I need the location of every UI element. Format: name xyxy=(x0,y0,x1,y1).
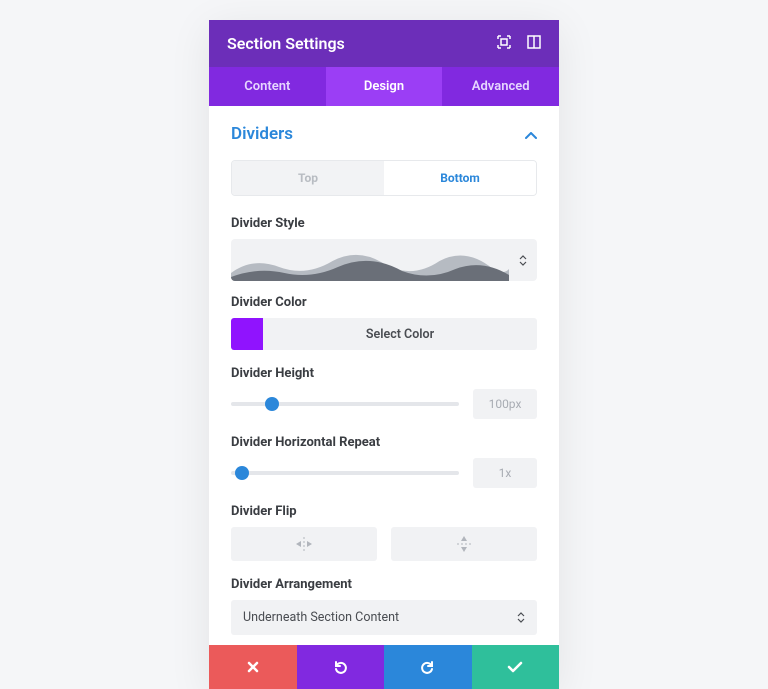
undo-button[interactable] xyxy=(297,645,385,689)
select-color-button[interactable]: Select Color xyxy=(263,318,537,350)
height-row: 100px xyxy=(231,389,537,419)
tab-content[interactable]: Content xyxy=(209,67,326,106)
confirm-button[interactable] xyxy=(472,645,560,689)
repeat-value[interactable]: 1x xyxy=(473,458,537,488)
label-divider-arrangement: Divider Arrangement xyxy=(231,577,537,592)
layout-icon[interactable] xyxy=(527,34,541,53)
position-toggle: Top Bottom xyxy=(231,160,537,196)
repeat-slider-thumb[interactable] xyxy=(235,466,249,480)
dropdown-caret-icon xyxy=(517,612,525,623)
repeat-slider[interactable] xyxy=(231,471,459,475)
panel-content: Dividers Top Bottom Divider Style Divide… xyxy=(209,106,559,645)
color-row: Select Color xyxy=(231,318,537,350)
undo-icon xyxy=(332,659,348,675)
label-divider-style: Divider Style xyxy=(231,216,537,231)
flip-row xyxy=(231,527,537,561)
repeat-row: 1x xyxy=(231,458,537,488)
toggle-bottom[interactable]: Bottom xyxy=(384,161,536,195)
section-settings-panel: Section Settings Content Design Advanced… xyxy=(209,20,559,689)
divider-style-select[interactable] xyxy=(231,239,537,281)
tabs: Content Design Advanced xyxy=(209,67,559,106)
panel-footer xyxy=(209,645,559,689)
header-icons xyxy=(497,34,541,53)
color-swatch[interactable] xyxy=(231,318,263,350)
arrangement-select[interactable]: Underneath Section Content xyxy=(231,600,537,635)
close-icon xyxy=(246,660,260,674)
panel-header: Section Settings xyxy=(209,20,559,67)
redo-icon xyxy=(420,659,436,675)
divider-style-preview xyxy=(231,239,509,281)
label-divider-height: Divider Height xyxy=(231,366,537,381)
section-title: Dividers xyxy=(231,124,293,144)
redo-button[interactable] xyxy=(384,645,472,689)
flip-horizontal-icon xyxy=(294,536,314,552)
label-divider-repeat: Divider Horizontal Repeat xyxy=(231,435,537,450)
panel-title: Section Settings xyxy=(227,34,345,53)
tab-design[interactable]: Design xyxy=(326,67,443,106)
toggle-top[interactable]: Top xyxy=(232,161,384,195)
check-icon xyxy=(507,661,523,673)
collapse-icon[interactable] xyxy=(525,125,537,144)
section-header[interactable]: Dividers xyxy=(231,124,537,144)
label-divider-color: Divider Color xyxy=(231,295,537,310)
label-divider-flip: Divider Flip xyxy=(231,504,537,519)
flip-vertical-icon xyxy=(456,534,472,554)
height-slider[interactable] xyxy=(231,402,459,406)
cancel-button[interactable] xyxy=(209,645,297,689)
tab-advanced[interactable]: Advanced xyxy=(442,67,559,106)
flip-vertical-button[interactable] xyxy=(391,527,537,561)
height-value[interactable]: 100px xyxy=(473,389,537,419)
flip-horizontal-button[interactable] xyxy=(231,527,377,561)
height-slider-thumb[interactable] xyxy=(265,397,279,411)
dropdown-caret-icon xyxy=(509,255,537,266)
expand-icon[interactable] xyxy=(497,34,511,53)
arrangement-value: Underneath Section Content xyxy=(243,610,399,625)
